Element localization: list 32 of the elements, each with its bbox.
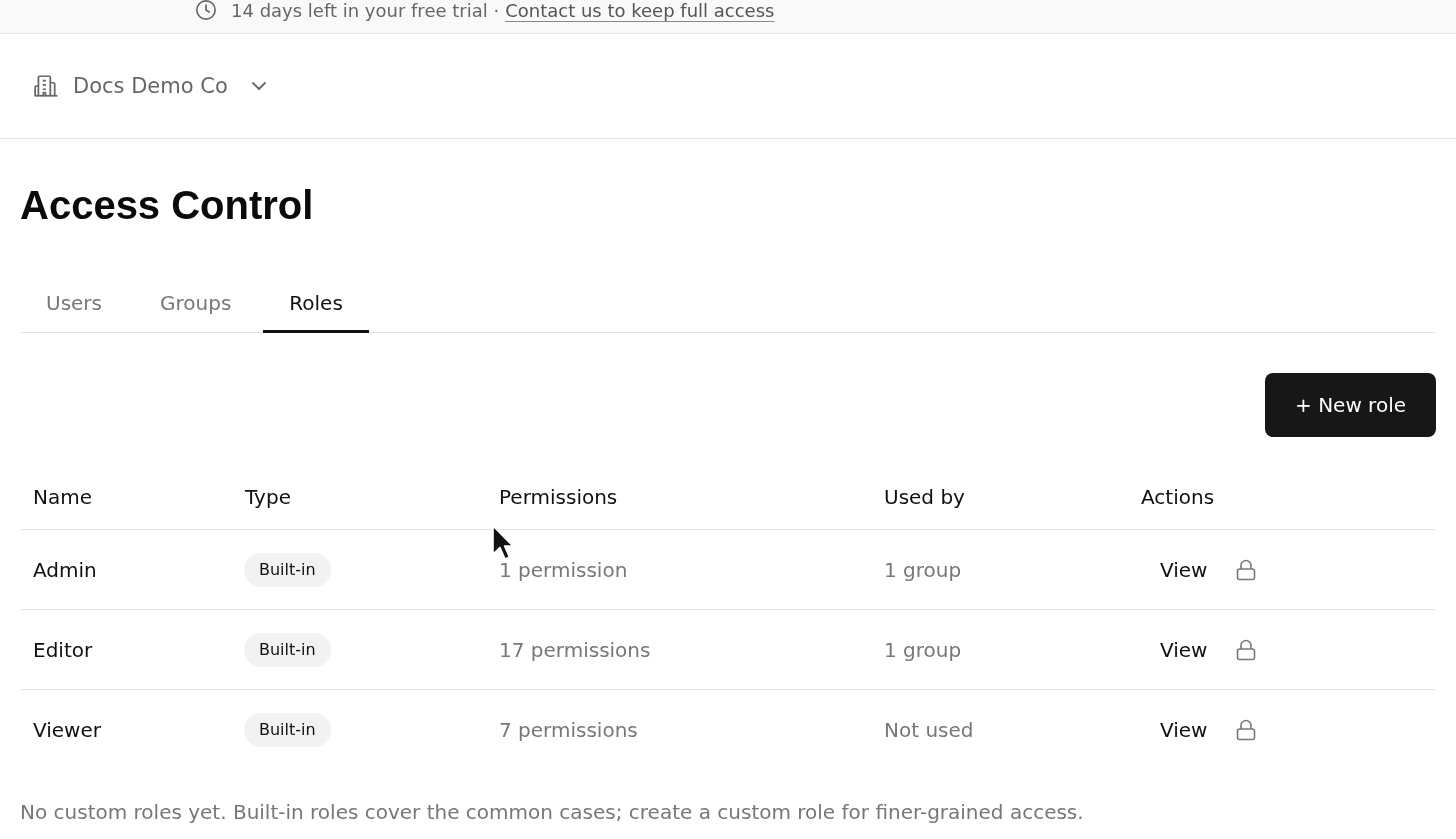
contact-link[interactable]: Contact us to keep full access xyxy=(505,0,775,21)
column-header: Permissions xyxy=(499,484,618,509)
column-header: Type xyxy=(245,484,291,509)
empty-state-note: No custom roles yet. Built-in roles cover the common cases; create a custom role for finer-grained access. xyxy=(20,799,1084,825)
column-header: Actions xyxy=(1141,484,1215,509)
table-cell: Not used xyxy=(884,717,974,742)
view-link[interactable]: View xyxy=(1160,557,1208,582)
type-tag: Built-in xyxy=(244,712,331,747)
column-header: Name xyxy=(33,484,92,509)
view-link[interactable]: View xyxy=(1160,637,1208,662)
tab[interactable]: Users xyxy=(20,272,128,333)
trial-message: 14 days left in your free trial · xyxy=(231,0,500,21)
tab[interactable]: Roles xyxy=(263,272,369,333)
table-cell: 17 permissions xyxy=(499,637,651,662)
org-switcher[interactable]: Docs Demo Co xyxy=(33,73,266,99)
clock-icon xyxy=(195,0,217,21)
table-cell: 1 group xyxy=(884,557,962,582)
new-role-button[interactable]: + New role xyxy=(1265,373,1436,437)
table-cell: Viewer xyxy=(33,717,101,742)
view-link[interactable]: View xyxy=(1160,717,1208,742)
type-tag: Built-in xyxy=(244,632,331,667)
table-cell: Editor xyxy=(33,637,93,662)
page-title: Access Control xyxy=(20,183,314,227)
tab[interactable]: Groups xyxy=(134,272,258,333)
column-header: Used by xyxy=(884,484,965,509)
type-tag: Built-in xyxy=(244,552,331,587)
table-cell: 1 permission xyxy=(499,557,628,582)
table-cell: Admin xyxy=(33,557,97,582)
building-icon xyxy=(33,73,59,99)
table-cell: 7 permissions xyxy=(499,717,638,742)
table-cell: 1 group xyxy=(884,637,962,662)
chevron-down-icon xyxy=(251,82,266,90)
